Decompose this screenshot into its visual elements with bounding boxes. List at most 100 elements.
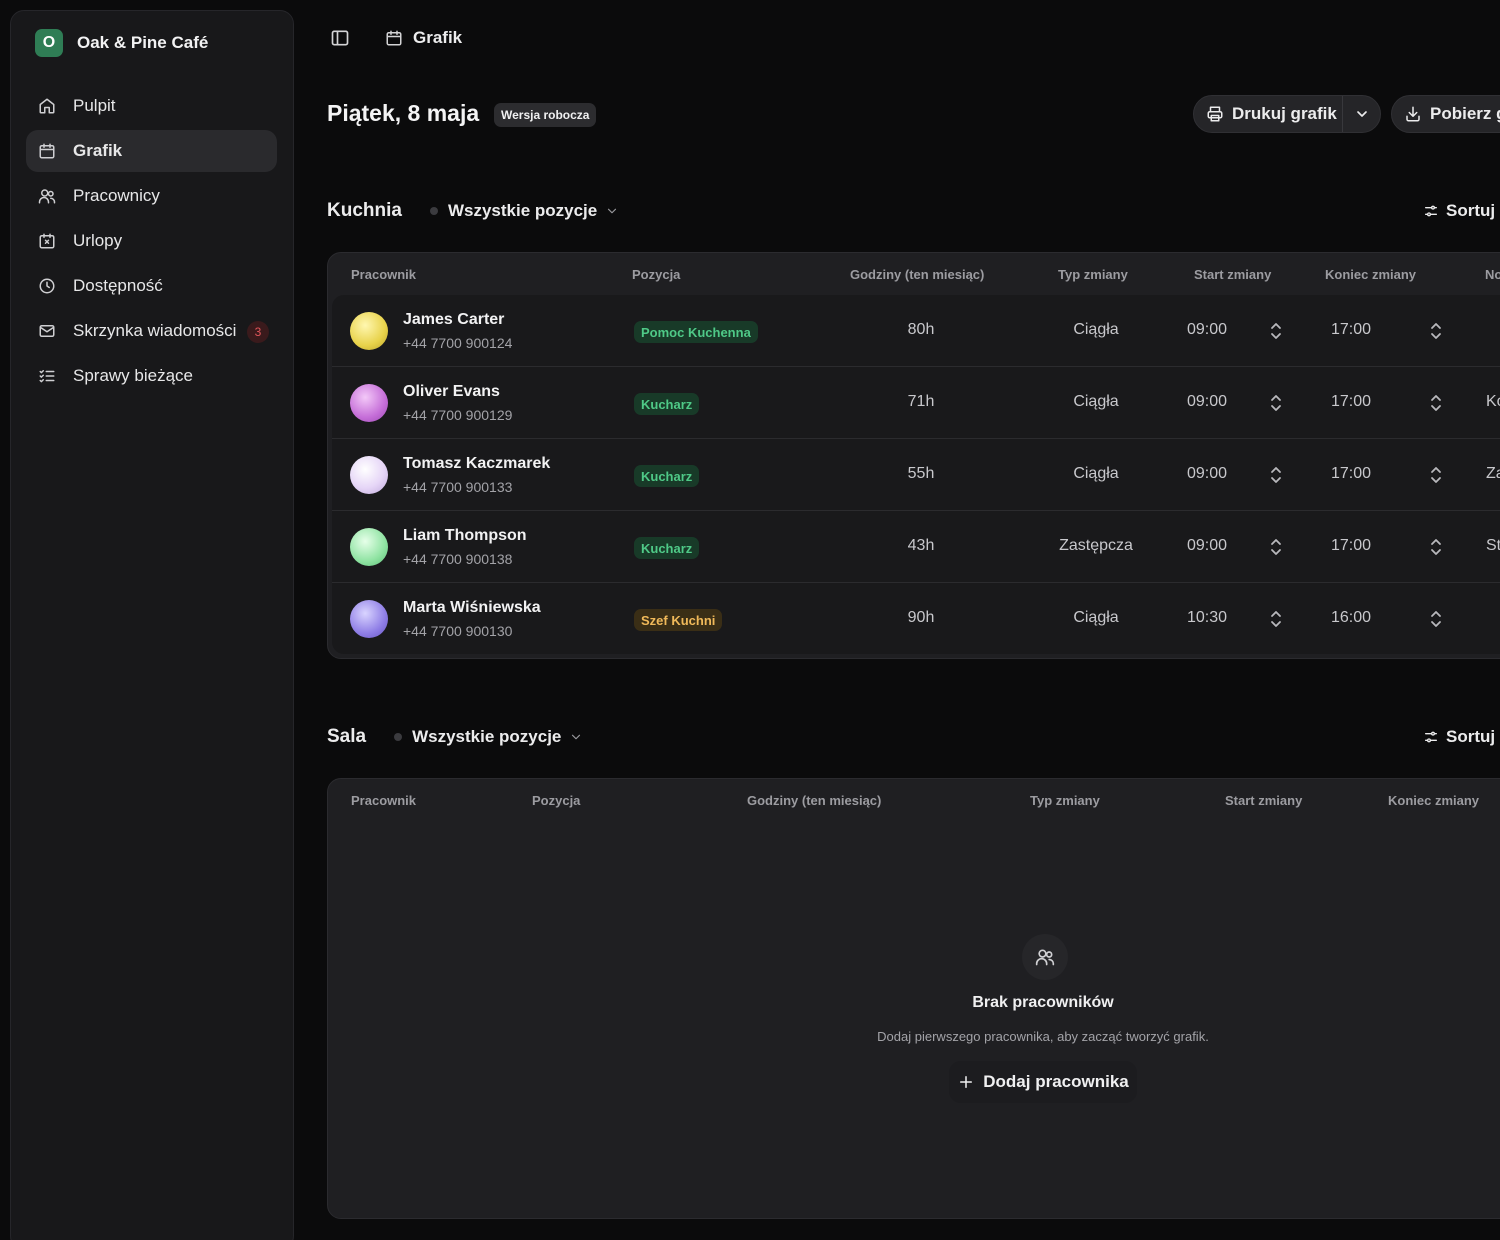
shift-type-cell[interactable]: Ciągła	[1073, 609, 1118, 627]
workspace-switcher[interactable]: O Oak & Pine Café	[11, 11, 293, 75]
hall-position-filter[interactable]: Wszystkie pozycje	[394, 727, 583, 747]
sidebar-item-sprawy[interactable]: Sprawy bieżące	[26, 355, 277, 397]
position-badge: Kucharz	[634, 537, 700, 559]
print-label: Drukuj grafik	[1232, 104, 1337, 123]
shift-start-cell[interactable]: 09:00	[1187, 321, 1227, 339]
time-stepper-icon[interactable]	[1269, 321, 1283, 341]
shift-type-cell[interactable]: Ciągła	[1073, 321, 1118, 339]
employee-name[interactable]: Liam Thompson	[403, 527, 527, 545]
table-row[interactable]: Oliver Evans +44 7700 900129 Kucharz 71h…	[332, 367, 1500, 439]
column-header[interactable]: Pracownik	[351, 267, 416, 282]
kitchen-position-filter[interactable]: Wszystkie pozycje	[429, 201, 619, 221]
printer-icon	[1207, 106, 1223, 122]
shift-type-cell[interactable]: Ciągła	[1073, 393, 1118, 411]
sidebar-item-label: Sprawy bieżące	[73, 366, 194, 385]
print-schedule-button[interactable]: Drukuj grafik	[1194, 96, 1342, 132]
home-icon	[38, 97, 56, 115]
brand-badge: O	[35, 29, 63, 57]
sidebar-toggle-icon[interactable]	[330, 28, 350, 48]
shift-type-cell[interactable]: Zastępcza	[1059, 537, 1133, 555]
column-header[interactable]: Notatki	[1485, 267, 1500, 282]
shift-end-cell[interactable]: 17:00	[1331, 537, 1371, 555]
breadcrumb-label: Grafik	[413, 28, 463, 47]
column-header[interactable]: Typ zmiany	[1030, 793, 1100, 808]
employee-phone: +44 7700 900124	[403, 335, 513, 351]
column-header[interactable]: Godziny (ten miesiąc)	[850, 267, 984, 282]
kitchen-sort-button[interactable]: Sortuj	[1423, 196, 1495, 226]
avatar	[350, 384, 388, 422]
note-cell[interactable]: St	[1486, 537, 1500, 555]
hall-table: Pracownik Pozycja Godziny (ten miesiąc) …	[327, 778, 1500, 1219]
employee-name[interactable]: Tomasz Kaczmarek	[403, 455, 550, 473]
kitchen-table: Pracownik Pozycja Godziny (ten miesiąc) …	[327, 252, 1500, 659]
empty-state-description: Dodaj pierwszego pracownika, aby zacząć …	[877, 1029, 1209, 1044]
sidebar-item-label: Grafik	[73, 141, 123, 160]
table-row[interactable]: James Carter +44 7700 900124 Pomoc Kuche…	[332, 295, 1500, 367]
column-header[interactable]: Godziny (ten miesiąc)	[747, 793, 881, 808]
time-stepper-icon[interactable]	[1429, 393, 1443, 413]
column-header[interactable]: Koniec zmiany	[1325, 267, 1416, 282]
sidebar-item-skrzynka[interactable]: Skrzynka wiadomości 3	[26, 310, 277, 352]
column-header[interactable]: Pozycja	[632, 267, 680, 282]
hours-cell: 71h	[907, 393, 935, 410]
time-stepper-icon[interactable]	[1269, 537, 1283, 557]
shift-end-cell[interactable]: 17:00	[1331, 465, 1371, 483]
time-stepper-icon[interactable]	[1269, 393, 1283, 413]
sidebar-item-grafik[interactable]: Grafik	[26, 130, 277, 172]
sidebar-item-urlopy[interactable]: Urlopy	[26, 220, 277, 262]
print-options-button[interactable]	[1343, 96, 1380, 132]
column-header[interactable]: Start zmiany	[1194, 267, 1271, 282]
brand-name: Oak & Pine Café	[77, 33, 209, 52]
filter-label: Wszystkie pozycje	[412, 727, 562, 746]
shift-start-cell[interactable]: 09:00	[1187, 537, 1227, 555]
time-stepper-icon[interactable]	[1429, 537, 1443, 557]
add-employee-button[interactable]: Dodaj pracownika	[949, 1061, 1137, 1103]
sidebar-nav: Pulpit Grafik Pracownicy Urlopy Dostępno…	[11, 85, 293, 397]
mail-icon	[38, 322, 56, 340]
download-schedule-button[interactable]: Pobierz grafik	[1391, 95, 1500, 133]
time-stepper-icon[interactable]	[1429, 465, 1443, 485]
column-header[interactable]: Pozycja	[532, 793, 580, 808]
table-header: Pracownik Pozycja Godziny (ten miesiąc) …	[328, 253, 1500, 295]
time-stepper-icon[interactable]	[1269, 465, 1283, 485]
status-badge: Wersja robocza	[494, 103, 597, 127]
employee-name[interactable]: James Carter	[403, 311, 504, 329]
sidebar-item-dostepnosc[interactable]: Dostępność	[26, 265, 277, 307]
shift-end-cell[interactable]: 17:00	[1331, 393, 1371, 411]
chevron-down-icon	[605, 204, 619, 218]
hall-sort-button[interactable]: Sortuj	[1423, 722, 1495, 752]
download-label: Pobierz grafik	[1430, 104, 1500, 123]
table-row[interactable]: Tomasz Kaczmarek +44 7700 900133 Kucharz…	[332, 439, 1500, 511]
shift-start-cell[interactable]: 09:00	[1187, 393, 1227, 411]
kitchen-section-header: Kuchnia Wszystkie pozycje	[327, 196, 619, 226]
shift-end-cell[interactable]: 16:00	[1331, 609, 1371, 627]
hours-cell: 55h	[907, 465, 935, 482]
note-cell[interactable]: Ko	[1486, 393, 1500, 411]
column-header[interactable]: Typ zmiany	[1058, 267, 1128, 282]
column-header[interactable]: Start zmiany	[1225, 793, 1302, 808]
sidebar-item-pracownicy[interactable]: Pracownicy	[26, 175, 277, 217]
sidebar-item-pulpit[interactable]: Pulpit	[26, 85, 277, 127]
shift-start-cell[interactable]: 10:30	[1187, 609, 1227, 627]
note-cell[interactable]: Za	[1486, 465, 1500, 483]
shift-start-cell[interactable]: 09:00	[1187, 465, 1227, 483]
column-header[interactable]: Pracownik	[351, 793, 416, 808]
chevron-down-icon	[569, 730, 583, 744]
time-stepper-icon[interactable]	[1429, 609, 1443, 629]
position-badge: Szef Kuchni	[634, 609, 723, 631]
sliders-icon	[1425, 731, 1437, 743]
table-row[interactable]: Liam Thompson +44 7700 900138 Kucharz 43…	[332, 511, 1500, 583]
time-stepper-icon[interactable]	[1269, 609, 1283, 629]
time-stepper-icon[interactable]	[1429, 321, 1443, 341]
table-row[interactable]: Marta Wiśniewska +44 7700 900130 Szef Ku…	[332, 583, 1500, 655]
employee-name[interactable]: Marta Wiśniewska	[403, 599, 541, 617]
employee-name[interactable]: Oliver Evans	[403, 383, 500, 401]
position-badge: Kucharz	[634, 393, 700, 415]
breadcrumb: Grafik	[384, 28, 462, 48]
shift-end-cell[interactable]: 17:00	[1331, 321, 1371, 339]
section-title-kitchen: Kuchnia	[327, 200, 402, 221]
avatar	[350, 528, 388, 566]
calendar-x-icon	[38, 232, 56, 250]
column-header[interactable]: Koniec zmiany	[1388, 793, 1479, 808]
shift-type-cell[interactable]: Ciągła	[1073, 465, 1118, 483]
